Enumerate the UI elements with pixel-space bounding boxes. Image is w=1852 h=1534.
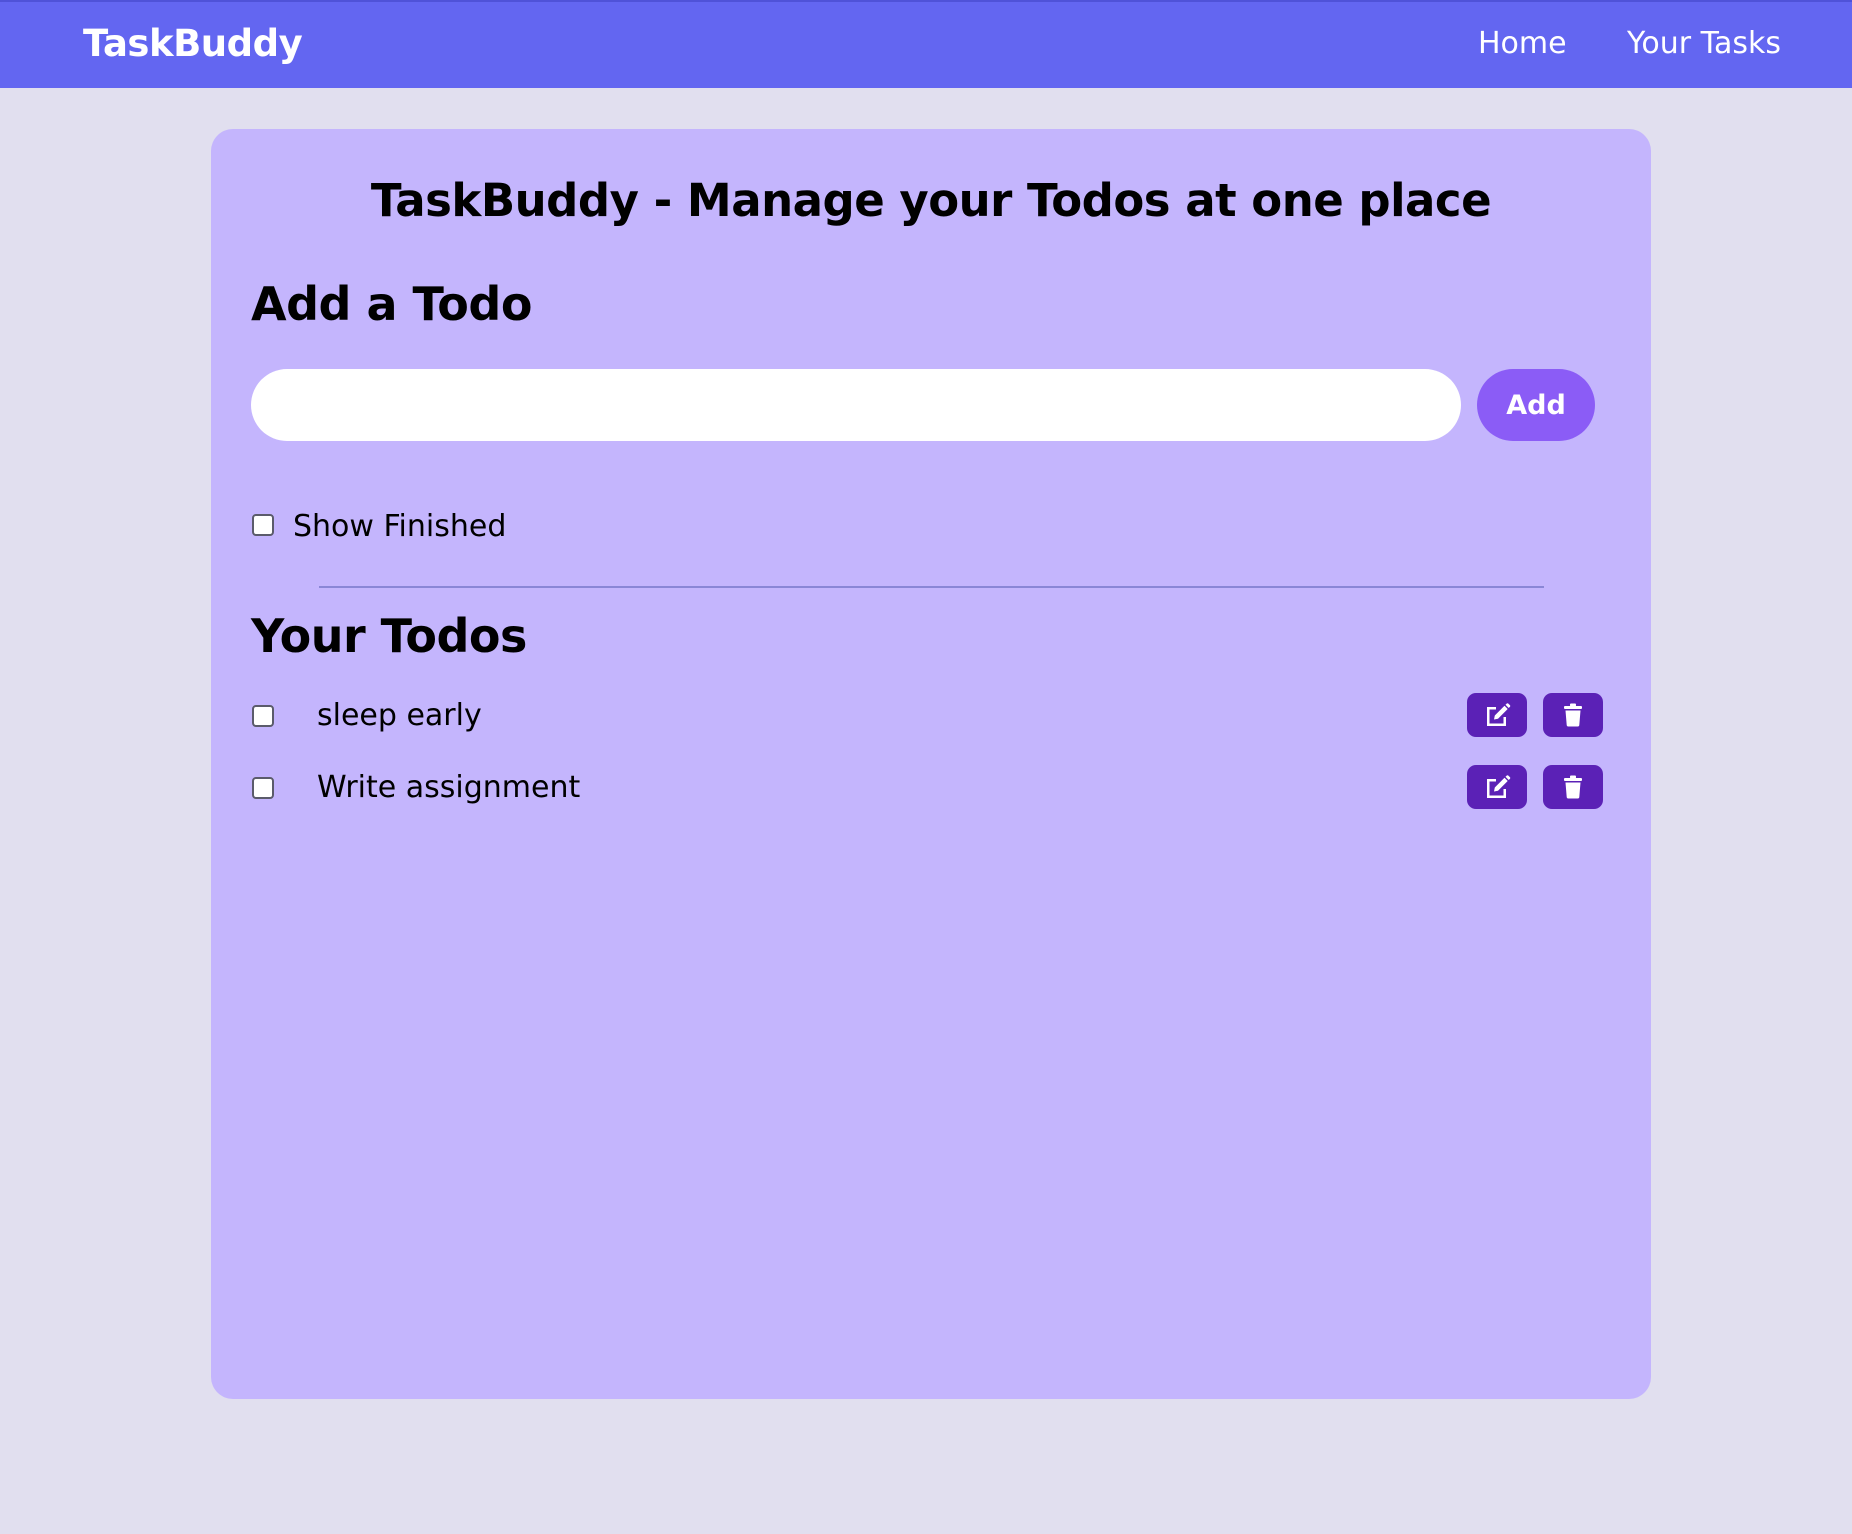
page-title: TaskBuddy - Manage your Todos at one pla… (370, 174, 1492, 227)
delete-button[interactable] (1543, 765, 1603, 809)
add-todo-heading: Add a Todo (251, 277, 532, 331)
trash-icon (1563, 775, 1583, 799)
show-finished-checkbox[interactable] (252, 514, 274, 536)
your-todos-heading: Your Todos (251, 609, 527, 663)
show-finished-label[interactable]: Show Finished (293, 509, 506, 544)
todo-text: Write assignment (317, 770, 581, 805)
todo-card: TaskBuddy - Manage your Todos at one pla… (211, 129, 1651, 1399)
nav-link-your-tasks[interactable]: Your Tasks (1627, 26, 1781, 61)
edit-button[interactable] (1467, 765, 1527, 809)
todo-checkbox[interactable] (252, 705, 274, 727)
todo-item: Write assignment (211, 765, 1651, 813)
todo-input[interactable] (251, 369, 1461, 441)
brand-logo[interactable]: TaskBuddy (83, 22, 303, 65)
navbar: TaskBuddy Home Your Tasks (0, 0, 1852, 88)
todo-item: sleep early (211, 693, 1651, 741)
nav-link-home[interactable]: Home (1478, 26, 1567, 61)
add-button[interactable]: Add (1477, 369, 1595, 441)
edit-button[interactable] (1467, 693, 1527, 737)
delete-button[interactable] (1543, 693, 1603, 737)
edit-icon (1483, 702, 1511, 728)
divider (319, 586, 1544, 588)
trash-icon (1563, 703, 1583, 727)
todo-checkbox[interactable] (252, 777, 274, 799)
todo-text: sleep early (317, 698, 482, 733)
edit-icon (1483, 774, 1511, 800)
